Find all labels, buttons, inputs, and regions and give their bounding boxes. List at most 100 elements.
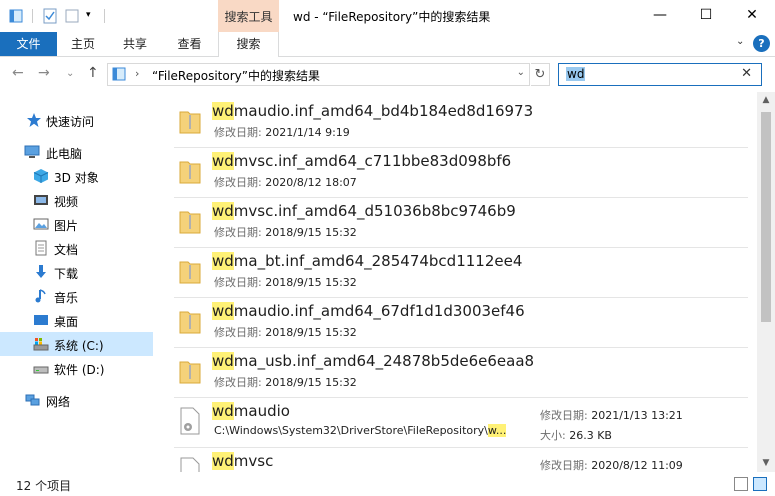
documents-icon xyxy=(35,240,47,256)
forward-icon[interactable]: → xyxy=(38,65,50,81)
nav-item-pictures[interactable]: 图片 xyxy=(0,212,153,236)
maximize-button[interactable]: ☐ xyxy=(683,0,729,30)
result-name[interactable]: wdmvsc.inf_amd64_d51036b8bc9746b9 xyxy=(212,202,516,220)
navigation-pane: 快速访问 此电脑 3D 对象 视频 图片 文档 下载 音乐 桌面 系统 (C:)… xyxy=(0,92,155,472)
tab-file[interactable]: 文件 xyxy=(0,32,57,56)
close-button[interactable]: ✕ xyxy=(729,0,775,30)
nav-label: 此电脑 xyxy=(46,147,83,161)
nav-item-music[interactable]: 音乐 xyxy=(0,284,153,308)
drive-icon xyxy=(33,366,49,374)
result-item-file[interactable]: wdmvsc 修改日期: 2020/8/12 11:09 xyxy=(174,448,748,472)
nav-label: 系统 (C:) xyxy=(54,339,104,353)
system-file-icon xyxy=(180,407,200,435)
refresh-icon: ↻ xyxy=(534,67,546,82)
network-icon xyxy=(25,394,40,406)
result-name[interactable]: wdma_bt.inf_amd64_285474bcd1112ee4 xyxy=(212,252,522,270)
nav-item-videos[interactable]: 视频 xyxy=(0,188,153,212)
nav-label: 视频 xyxy=(54,195,79,209)
result-item-folder[interactable]: wdma_bt.inf_amd64_285474bcd1112ee4 修改日期:… xyxy=(174,248,748,298)
search-tools-context-title: 搜索工具 xyxy=(218,0,279,32)
vertical-scrollbar[interactable]: ▲ ▼ xyxy=(757,92,775,472)
search-query[interactable]: wd xyxy=(566,67,586,81)
result-item-folder[interactable]: wdma_usb.inf_amd64_24878b5de6e6eaa8 修改日期… xyxy=(174,348,748,398)
new-folder-icon[interactable] xyxy=(64,8,80,24)
recent-locations-icon[interactable]: ⌄ xyxy=(66,68,74,79)
result-name[interactable]: wdmaudio.inf_amd64_67df1d1d3003ef46 xyxy=(212,302,525,320)
back-icon[interactable]: ← xyxy=(12,65,24,81)
result-item-folder[interactable]: wdmaudio.inf_amd64_bd4b184ed8d16973 修改日期… xyxy=(174,98,748,148)
result-modified: 修改日期: 2021/1/13 13:21 xyxy=(540,407,683,423)
tab-home[interactable]: 主页 xyxy=(57,32,109,56)
result-path: C:\Windows\System32\DriverStore\FileRepo… xyxy=(214,424,527,437)
help-icon[interactable]: ? xyxy=(753,35,770,52)
nav-label: 下载 xyxy=(54,267,79,281)
zip-folder-icon xyxy=(179,211,201,234)
modified-value: 2018/9/15 15:32 xyxy=(265,276,357,289)
nav-item-3d-objects[interactable]: 3D 对象 xyxy=(0,164,153,188)
item-count: 12 个项目 xyxy=(16,479,72,493)
search-highlight: wd xyxy=(212,302,234,320)
result-name-rest: maudio.inf_amd64_bd4b184ed8d16973 xyxy=(233,102,534,120)
scroll-down-icon[interactable]: ▼ xyxy=(757,455,775,472)
address-dropdown-icon[interactable]: ⌄ xyxy=(517,67,525,78)
modified-label: 修改日期: xyxy=(214,176,266,189)
modified-label: 修改日期: xyxy=(214,276,266,289)
clear-search-icon[interactable]: ✕ xyxy=(741,66,752,81)
minimize-button[interactable]: — xyxy=(637,0,683,30)
result-name[interactable]: wdma_usb.inf_amd64_24878b5de6e6eaa8 xyxy=(212,352,534,370)
zip-folder-icon xyxy=(179,161,201,184)
result-modified: 修改日期: 2018/9/15 15:32 xyxy=(214,324,357,340)
tab-share[interactable]: 共享 xyxy=(109,32,161,56)
result-name[interactable]: wdmvsc.inf_amd64_c711bbe83d098bf6 xyxy=(212,152,511,170)
tab-view[interactable]: 查看 xyxy=(161,32,218,56)
address-bar[interactable]: › “FileRepository”中的搜索结果 ⌄ xyxy=(107,63,530,86)
details-view-icon[interactable] xyxy=(734,477,748,491)
modified-value: 2021/1/13 13:21 xyxy=(591,409,683,422)
nav-item-desktop[interactable]: 桌面 xyxy=(0,308,153,332)
result-name-rest: mvsc.inf_amd64_d51036b8bc9746b9 xyxy=(233,202,516,220)
search-input[interactable]: wd ✕ xyxy=(558,63,762,86)
search-highlight: wd xyxy=(212,202,234,220)
download-icon xyxy=(36,265,46,278)
collapse-ribbon-icon[interactable]: ⌄ xyxy=(736,36,744,47)
modified-label: 修改日期: xyxy=(214,126,266,139)
tab-search[interactable]: 搜索 xyxy=(218,32,279,57)
quick-access-separator-2 xyxy=(104,9,105,23)
nav-item-documents[interactable]: 文档 xyxy=(0,236,153,260)
modified-label: 修改日期: xyxy=(540,409,592,422)
large-icons-view-icon[interactable] xyxy=(753,477,767,491)
nav-item-quick-access[interactable]: 快速访问 xyxy=(0,108,153,132)
nav-item-system-drive-c[interactable]: 系统 (C:) xyxy=(0,332,153,356)
result-name-rest: maudio.inf_amd64_67df1d1d3003ef46 xyxy=(233,302,525,320)
result-name[interactable]: wdmaudio.inf_amd64_bd4b184ed8d16973 xyxy=(212,102,533,120)
nav-label: 快速访问 xyxy=(46,115,95,129)
modified-value: 2021/1/14 9:19 xyxy=(265,126,350,139)
nav-item-this-pc[interactable]: 此电脑 xyxy=(0,140,153,164)
explorer-window-icon xyxy=(9,9,23,23)
breadcrumb-path[interactable]: “FileRepository”中的搜索结果 xyxy=(152,67,320,84)
refresh-button[interactable]: ↻ xyxy=(531,63,550,86)
modified-label: 修改日期: xyxy=(214,226,266,239)
breadcrumb-separator[interactable]: › xyxy=(135,67,139,80)
scrollbar-thumb[interactable] xyxy=(761,112,771,322)
result-name-rest: ma_usb.inf_amd64_24878b5de6e6eaa8 xyxy=(233,352,535,370)
result-name[interactable]: wdmvsc xyxy=(212,452,273,470)
quick-access-separator xyxy=(32,9,33,23)
modified-value: 2018/9/15 15:32 xyxy=(265,376,357,389)
nav-item-software-drive-d[interactable]: 软件 (D:) xyxy=(0,356,153,380)
customize-quick-access-icon[interactable]: ▾ xyxy=(86,10,102,26)
path-highlight: w... xyxy=(487,424,507,437)
desktop-icon xyxy=(34,315,48,325)
scroll-up-icon[interactable]: ▲ xyxy=(757,92,775,109)
minimize-icon: — xyxy=(653,7,667,23)
result-item-file[interactable]: wdmaudio C:\Windows\System32\DriverStore… xyxy=(174,398,748,448)
nav-item-network[interactable]: 网络 xyxy=(0,388,153,412)
result-item-folder[interactable]: wdmaudio.inf_amd64_67df1d1d3003ef46 修改日期… xyxy=(174,298,748,348)
result-item-folder[interactable]: wdmvsc.inf_amd64_d51036b8bc9746b9 修改日期: … xyxy=(174,198,748,248)
result-item-folder[interactable]: wdmvsc.inf_amd64_c711bbe83d098bf6 修改日期: … xyxy=(174,148,748,198)
result-name[interactable]: wdmaudio xyxy=(212,402,290,420)
star-icon xyxy=(27,113,41,127)
nav-item-downloads[interactable]: 下载 xyxy=(0,260,153,284)
up-icon[interactable]: ↑ xyxy=(87,65,99,81)
properties-icon[interactable] xyxy=(42,8,58,24)
